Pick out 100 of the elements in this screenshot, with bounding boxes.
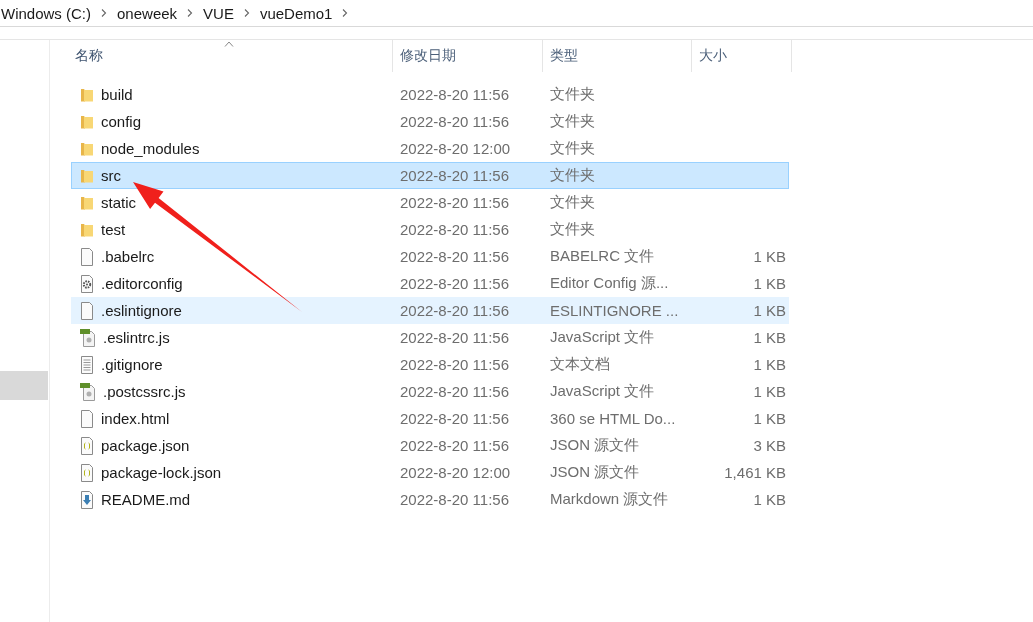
file-type: Editor Config 源... <box>549 274 670 293</box>
file-name: build <box>101 86 133 103</box>
file-row[interactable]: config 2022-8-20 11:56 文件夹 <box>71 108 789 135</box>
file-name: config <box>101 113 142 130</box>
modified-date: 2022-8-20 11:56 <box>399 248 510 265</box>
file-size: 1 KB <box>752 491 787 508</box>
file-row[interactable]: .postcssrc.js 2022-8-20 11:56 JavaScript 文件 1 KB <box>71 378 789 405</box>
modified-date: 2022-8-20 11:56 <box>399 302 510 319</box>
file-row[interactable]: src 2022-8-20 11:56 文件夹 <box>71 162 789 189</box>
file-row[interactable]: .gitignore 2022-8-20 11:56 文本文档 1 KB <box>71 351 789 378</box>
file-type: JSON 源文件 <box>549 463 641 482</box>
file-size: 1 KB <box>752 248 787 265</box>
file-name: test <box>101 221 126 238</box>
file-name: .babelrc <box>101 248 155 265</box>
file-name: .eslintignore <box>101 302 182 319</box>
file-size: 1 KB <box>752 356 787 373</box>
modified-date: 2022-8-20 11:56 <box>399 437 510 454</box>
breadcrumb-item[interactable]: vueDemo1 <box>259 4 333 22</box>
file-size: 1 KB <box>752 383 787 400</box>
file-row[interactable]: node_modules 2022-8-20 12:00 文件夹 <box>71 135 789 162</box>
file-type: 文件夹 <box>549 85 596 104</box>
file-type: BABELRC 文件 <box>549 247 656 266</box>
file-type: 文件夹 <box>549 166 596 185</box>
file-type: Markdown 源文件 <box>549 490 670 509</box>
file-row[interactable]: .babelrc 2022-8-20 11:56 BABELRC 文件 1 KB <box>71 243 789 270</box>
folder-icon <box>80 194 94 211</box>
file-name: README.md <box>101 491 191 508</box>
file-type: JavaScript 文件 <box>549 328 656 347</box>
folder-icon <box>80 140 94 157</box>
modified-date: 2022-8-20 11:56 <box>399 275 510 292</box>
folder-icon <box>80 86 94 103</box>
breadcrumb-item[interactable]: VUE <box>203 4 234 22</box>
file-size: 3 KB <box>752 437 787 454</box>
file-row[interactable]: .editorconfig 2022-8-20 11:56 Editor Config 源... 1 KB <box>71 270 789 297</box>
script-file-icon <box>80 382 96 401</box>
address-bar[interactable]: Windows (C:) oneweek VUE vueDemo1 <box>0 0 1033 27</box>
file-type: JSON 源文件 <box>549 436 641 455</box>
modified-date: 2022-8-20 11:56 <box>399 167 510 184</box>
file-type: JavaScript 文件 <box>549 382 656 401</box>
text-file-icon <box>80 355 94 374</box>
file-row[interactable]: package.json 2022-8-20 11:56 JSON 源文件 3 KB <box>71 432 789 459</box>
file-type: 文件夹 <box>549 220 596 239</box>
file-row[interactable]: .eslintrc.js 2022-8-20 11:56 JavaScript 文件 1 KB <box>71 324 789 351</box>
modified-date: 2022-8-20 11:56 <box>399 86 510 103</box>
file-name: src <box>101 167 121 184</box>
modified-date: 2022-8-20 12:00 <box>399 464 512 481</box>
modified-date: 2022-8-20 11:56 <box>399 221 510 238</box>
file-name: static <box>101 194 136 211</box>
modified-date: 2022-8-20 11:56 <box>399 113 510 130</box>
modified-date: 2022-8-20 11:56 <box>399 383 510 400</box>
file-name: .eslintrc.js <box>103 329 170 346</box>
column-header[interactable]: 修改日期 <box>393 40 543 72</box>
column-header[interactable]: 类型 <box>543 40 692 72</box>
chevron-icon[interactable] <box>100 8 108 18</box>
file-type: 文件夹 <box>549 139 596 158</box>
chevron-icon[interactable] <box>186 8 195 18</box>
column-header[interactable]: 名称 <box>71 40 393 72</box>
file-row[interactable]: test 2022-8-20 11:56 文件夹 <box>71 216 789 243</box>
file-icon <box>80 247 94 266</box>
file-icon <box>80 409 94 428</box>
file-size: 1 KB <box>752 275 787 292</box>
file-row[interactable]: package-lock.json 2022-8-20 12:00 JSON 源文件 1,461 KB <box>71 459 789 486</box>
chevron-icon[interactable] <box>242 8 251 18</box>
file-type: 360 se HTML Do... <box>549 410 677 427</box>
file-name: package-lock.json <box>101 464 222 481</box>
file-name: index.html <box>101 410 170 427</box>
chevron-icon[interactable] <box>341 8 350 18</box>
modified-date: 2022-8-20 11:56 <box>399 329 510 346</box>
file-type: ESLINTIGNORE ... <box>549 302 680 319</box>
file-size: 1,461 KB <box>723 464 787 481</box>
json-file-icon <box>80 436 94 455</box>
modified-date: 2022-8-20 11:56 <box>399 356 510 373</box>
file-size: 1 KB <box>752 329 787 346</box>
file-name: package.json <box>101 437 190 454</box>
file-name: .postcssrc.js <box>103 383 186 400</box>
file-type: 文件夹 <box>549 193 596 212</box>
file-row[interactable]: README.md 2022-8-20 11:56 Markdown 源文件 1 KB <box>71 486 789 513</box>
modified-date: 2022-8-20 11:56 <box>399 410 510 427</box>
folder-icon <box>80 221 94 238</box>
settings-file-icon <box>80 274 94 293</box>
file-row[interactable]: build 2022-8-20 11:56 文件夹 <box>71 81 789 108</box>
file-size: 1 KB <box>752 410 787 427</box>
json-file-icon <box>80 463 94 482</box>
file-row[interactable]: index.html 2022-8-20 11:56 360 se HTML Do... 1 KB <box>71 405 789 432</box>
modified-date: 2022-8-20 12:00 <box>399 140 512 157</box>
script-file-icon <box>80 328 96 347</box>
modified-date: 2022-8-20 11:56 <box>399 491 510 508</box>
download-file-icon <box>80 490 94 509</box>
column-header[interactable]: 大小 <box>692 40 792 72</box>
file-name: .editorconfig <box>101 275 183 292</box>
breadcrumb-item[interactable]: oneweek <box>117 4 178 22</box>
file-size: 1 KB <box>752 302 787 319</box>
file-type: 文件夹 <box>549 112 596 131</box>
file-type: 文本文档 <box>549 355 611 374</box>
file-icon <box>80 301 94 320</box>
breadcrumb-item[interactable]: Windows (C:) <box>1 4 91 22</box>
modified-date: 2022-8-20 11:56 <box>399 194 510 211</box>
file-row[interactable]: .eslintignore 2022-8-20 11:56 ESLINTIGNORE ... 1 KB <box>71 297 789 324</box>
file-row[interactable]: static 2022-8-20 11:56 文件夹 <box>71 189 789 216</box>
file-name: .gitignore <box>101 356 163 373</box>
